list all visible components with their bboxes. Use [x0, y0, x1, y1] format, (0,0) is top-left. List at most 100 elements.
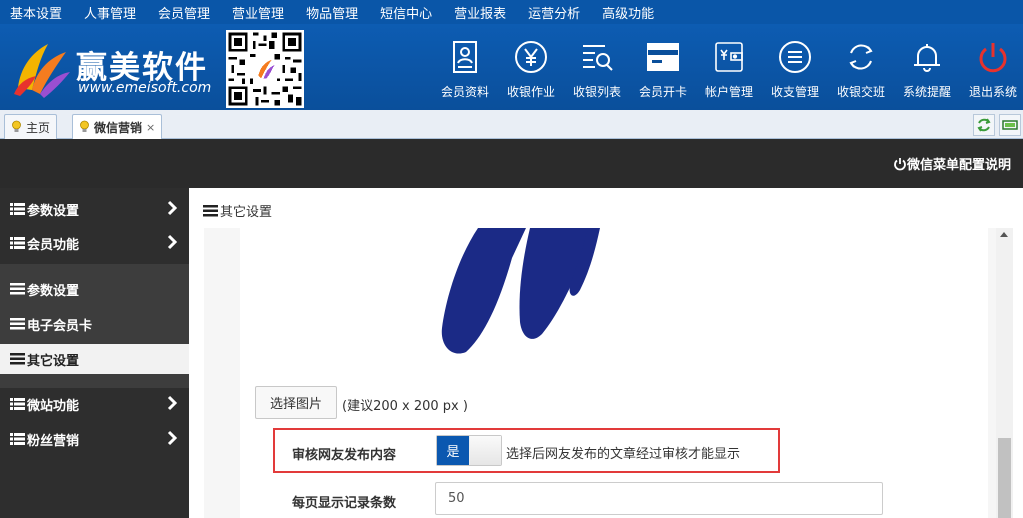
top-menu: 基本设置 人事管理 会员管理 营业管理 物品管理 短信中心 营业报表 运营分析 … [0, 0, 1023, 24]
toolbar-logout[interactable]: 退出系统 [960, 37, 1023, 100]
list-search-icon [583, 45, 613, 71]
sidebar-item-label: 电子会员卡 [27, 318, 93, 334]
menu-sms[interactable]: 短信中心 [370, 3, 432, 22]
image-size-hint: (建议200 x 200 px ) [342, 399, 468, 414]
toolbar-label: 收支管理 [770, 85, 819, 99]
choose-image-button[interactable]: 选择图片 [255, 386, 337, 419]
logo-icon [14, 44, 70, 98]
page-title-label: 其它设置 [220, 205, 273, 220]
tab-bar: 主页 微信营销 × [0, 110, 1023, 139]
toolbar-cashier-list[interactable]: 收银列表 [564, 37, 630, 100]
scroll-thumb[interactable] [998, 438, 1011, 518]
sidebar-item-label: 参数设置 [27, 203, 80, 219]
toolbar-income-expense[interactable]: 收支管理 [762, 37, 828, 100]
scroll-up-icon[interactable] [1000, 232, 1008, 237]
bell-icon [914, 44, 940, 72]
chevron-right-icon [167, 200, 177, 216]
chevron-right-icon [167, 430, 177, 446]
menu-advanced[interactable]: 高级功能 [592, 3, 654, 22]
refresh-icon [977, 118, 991, 132]
sidebar-subitem-params[interactable]: 参数设置 [0, 274, 189, 304]
toolbar-label: 会员资料 [440, 85, 489, 99]
toolbar-label: 退出系统 [968, 85, 1017, 99]
toolbar-cashier[interactable]: 收银作业 [498, 37, 564, 100]
logo-preview-image [441, 228, 600, 354]
review-toggle[interactable]: 是 [436, 435, 502, 466]
card-icon [647, 43, 679, 71]
brand-url: www.emeisoft.com [78, 80, 212, 96]
content-scrollbar[interactable] [996, 228, 1013, 518]
list-icon [10, 283, 25, 295]
toolbar-member-profile[interactable]: 会员资料 [432, 37, 498, 100]
menu-business[interactable]: 营业管理 [222, 3, 284, 22]
app-header: 赢美软件 www.emeisoft.com 会员资料 收银作业 收银列表 会员开… [0, 24, 1023, 110]
sidebar-item-fans[interactable]: 粉丝营销 [0, 424, 189, 454]
chevron-right-icon [167, 234, 177, 250]
sidebar-item-label: 粉丝营销 [27, 433, 80, 449]
page-size-input[interactable] [435, 482, 883, 515]
lightbulb-icon [12, 120, 21, 132]
list-icon [10, 433, 25, 445]
sidebar-subitem-other[interactable]: 其它设置 [0, 344, 189, 374]
page-toolbar: 微信菜单配置说明 [0, 139, 1023, 188]
menu-analysis[interactable]: 运营分析 [518, 3, 580, 22]
page-title: 其它设置 [203, 201, 272, 220]
page-size-label: 每页显示记录条数 [292, 496, 397, 511]
list-icon [203, 204, 218, 216]
menu-config-help-link[interactable]: 微信菜单配置说明 [893, 154, 1011, 173]
toolbar-label: 帐户管理 [704, 85, 753, 99]
toolbar-account[interactable]: 帐户管理 [696, 37, 762, 100]
sidebar-item-label: 微站功能 [27, 398, 80, 414]
member-profile-icon [453, 41, 477, 73]
toolbar-label: 收银作业 [506, 85, 555, 99]
menu-reports[interactable]: 营业报表 [444, 3, 506, 22]
review-setting-label: 审核网友发布内容 [292, 448, 397, 463]
power-icon [894, 157, 906, 170]
form-area [240, 228, 988, 518]
tab-label: 主页 [26, 120, 51, 135]
tab-label: 微信营销 [94, 120, 143, 135]
sidebar: 参数设置 会员功能 参数设置 电子会员卡 其它设置 微站功能 粉丝营销 [0, 188, 189, 518]
sidebar-item-microsite[interactable]: 微站功能 [0, 389, 189, 419]
power-icon [979, 43, 1007, 73]
quick-toolbar: 会员资料 收银作业 收银列表 会员开卡 帐户管理 收支管理 收银交班 系统提醒 … [432, 37, 1023, 100]
sidebar-item-params[interactable]: 参数设置 [0, 194, 189, 224]
list-icon [10, 398, 25, 410]
refresh-button[interactable] [973, 114, 995, 136]
list-icon [10, 318, 25, 330]
menu-member[interactable]: 会员管理 [148, 3, 210, 22]
help-label: 微信菜单配置说明 [906, 158, 1011, 173]
toggle-on-label: 是 [437, 436, 469, 465]
toolbar-shift[interactable]: 收银交班 [828, 37, 894, 100]
window-icon [1002, 120, 1018, 130]
maximize-button[interactable] [999, 114, 1021, 136]
close-icon[interactable]: × [146, 121, 155, 134]
cycle-icon [849, 44, 873, 70]
tab-home[interactable]: 主页 [4, 114, 58, 139]
tab-wechat-marketing[interactable]: 微信营销 × [72, 114, 163, 139]
list-icon [10, 353, 25, 365]
toolbar-reminder[interactable]: 系统提醒 [894, 37, 960, 100]
toolbar-label: 会员开卡 [638, 85, 687, 99]
toggle-knob [470, 436, 501, 465]
review-hint: 选择后网友发布的文章经过审核才能显示 [506, 447, 741, 462]
toolbar-label: 收银列表 [572, 85, 621, 99]
toolbar-label: 收银交班 [836, 85, 885, 99]
menu-hr[interactable]: 人事管理 [74, 3, 136, 22]
chevron-right-icon [167, 395, 177, 411]
sidebar-item-label: 会员功能 [27, 237, 80, 253]
sidebar-subitem-ecard[interactable]: 电子会员卡 [0, 309, 189, 339]
yen-circle-icon [515, 41, 547, 73]
toolbar-label: 系统提醒 [902, 85, 951, 99]
wallet-icon [715, 42, 743, 72]
menu-circle-icon [779, 41, 811, 73]
list-icon [10, 203, 25, 215]
menu-basic-settings[interactable]: 基本设置 [0, 3, 62, 22]
lightbulb-icon [80, 120, 89, 132]
sidebar-item-member-func[interactable]: 会员功能 [0, 228, 189, 258]
sidebar-item-label: 参数设置 [27, 283, 80, 299]
qr-code [226, 30, 304, 108]
menu-goods[interactable]: 物品管理 [296, 3, 358, 22]
sidebar-item-label: 其它设置 [27, 353, 80, 369]
toolbar-open-card[interactable]: 会员开卡 [630, 37, 696, 100]
